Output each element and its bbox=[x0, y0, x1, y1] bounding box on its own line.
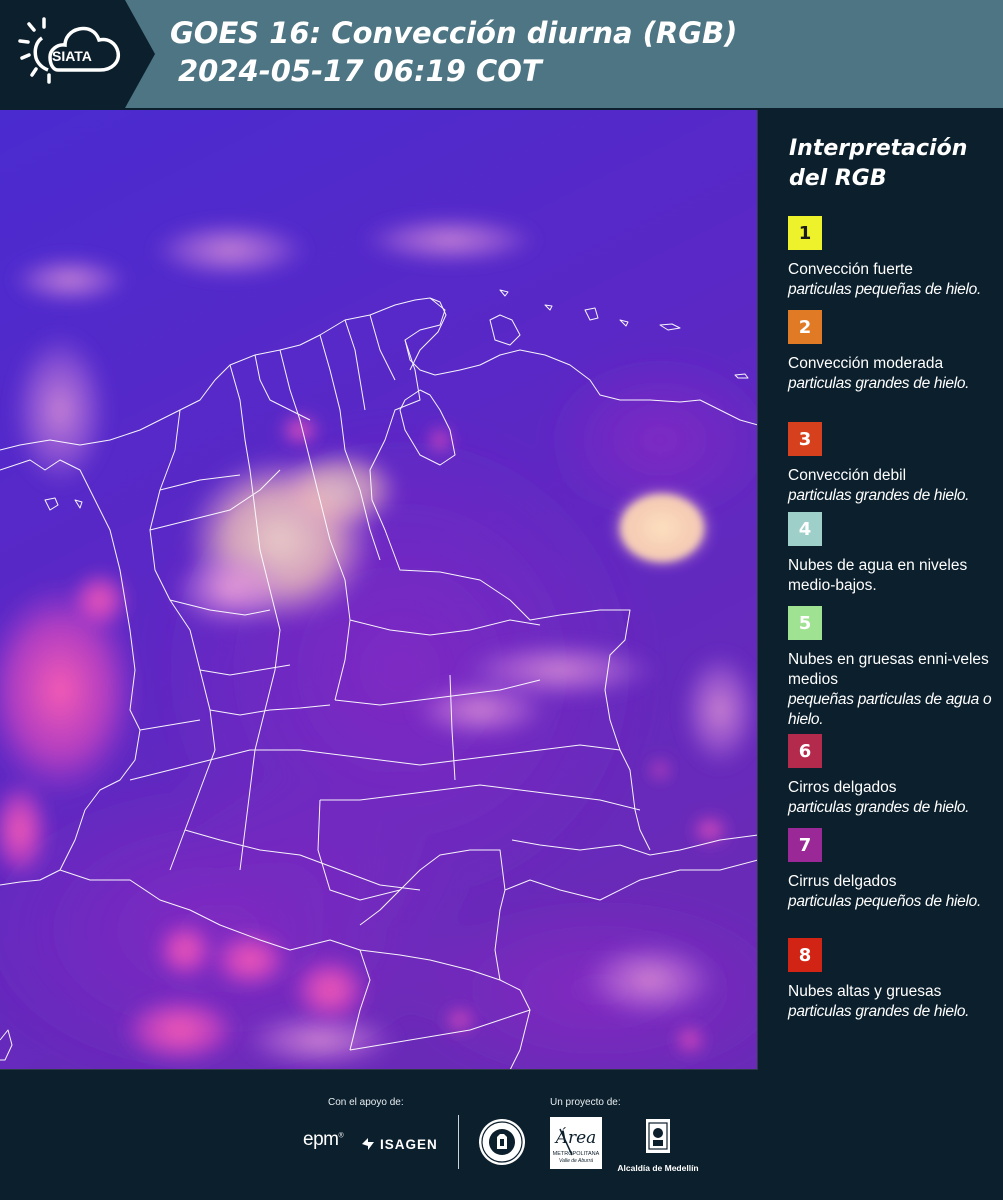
legend-item-title: Cirros delgados bbox=[788, 779, 897, 796]
legend-item-4: 4 Nubes de agua en niveles medio-bajos. bbox=[788, 512, 1000, 596]
medellin-seal-icon bbox=[477, 1117, 527, 1171]
legend-item-7: 7 Cirrus delgados particulas pequeños de… bbox=[788, 828, 1000, 912]
footer-divider bbox=[458, 1115, 459, 1169]
area-sub1: METROPOLITANA bbox=[553, 1151, 600, 1157]
siata-logo: SIATA bbox=[0, 0, 155, 108]
isagen-text: ISAGEN bbox=[380, 1136, 438, 1152]
legend-item-subtitle: particulas pequeños de hielo. bbox=[788, 893, 981, 910]
page-title: GOES 16: Convección diurna (RGB) 2024-05… bbox=[170, 14, 737, 90]
legend-swatch-1: 1 bbox=[788, 216, 822, 250]
isagen-mark-icon bbox=[362, 1138, 374, 1150]
satellite-map[interactable] bbox=[0, 110, 758, 1070]
legend-item-1: 1 Convección fuerte particulas pequeñas … bbox=[788, 216, 1000, 300]
legend-item-6: 6 Cirros delgados particulas grandes de … bbox=[788, 734, 1000, 818]
logo-text: SIATA bbox=[52, 48, 92, 64]
footer: Con el apoyo de: Un proyecto de: epm® IS… bbox=[0, 1071, 1003, 1200]
header-bar: SIATA GOES 16: Convección diurna (RGB) 2… bbox=[0, 0, 1003, 108]
legend-swatch-7: 7 bbox=[788, 828, 822, 862]
legend-item-subtitle: particulas grandes de hielo. bbox=[788, 375, 970, 392]
epm-text: epm bbox=[303, 1129, 339, 1150]
legend-item-title: Nubes altas y gruesas bbox=[788, 983, 942, 1000]
area-metropolitana-logo: Área METROPOLITANA Valle de Aburrá bbox=[550, 1117, 602, 1173]
legend-item-3: 3 Convección debil particulas grandes de… bbox=[788, 422, 1000, 506]
legend-title: Interpretación del RGB bbox=[789, 136, 968, 191]
legend-swatch-3: 3 bbox=[788, 422, 822, 456]
legend-item-subtitle: particulas grandes de hielo. bbox=[788, 799, 970, 816]
legend-item-subtitle: particulas pequeñas de hielo. bbox=[788, 281, 981, 298]
isagen-logo: ISAGEN bbox=[360, 1133, 438, 1155]
legend-swatch-4: 4 bbox=[788, 512, 822, 546]
legend-item-title: Nubes de agua en niveles medio-bajos. bbox=[788, 557, 968, 594]
legend-item-title: Convección debil bbox=[788, 467, 907, 484]
legend-item-subtitle: particulas grandes de hielo. bbox=[788, 1003, 970, 1020]
title-line-2: 2024-05-17 06:19 COT bbox=[178, 54, 542, 88]
epm-logo: epm® bbox=[303, 1129, 344, 1150]
legend-panel: Interpretación del RGB 1 Convección fuer… bbox=[760, 110, 1003, 1070]
alcaldia-text: Alcaldía de Medellín bbox=[617, 1163, 699, 1173]
legend-swatch-8: 8 bbox=[788, 938, 822, 972]
legend-item-8: 8 Nubes altas y gruesas particulas grand… bbox=[788, 938, 1000, 1022]
legend-item-title: Nubes en gruesas enni-veles medios bbox=[788, 651, 989, 688]
alcaldia-logo: Alcaldía de Medellín bbox=[612, 1117, 704, 1173]
legend-item-title: Convección moderada bbox=[788, 355, 944, 372]
title-line-1: GOES 16: Convección diurna (RGB) bbox=[170, 16, 738, 50]
legend-item-title: Convección fuerte bbox=[788, 261, 913, 278]
area-sub2: Valle de Aburrá bbox=[559, 1158, 593, 1164]
alcaldia-shield-icon bbox=[646, 1119, 670, 1153]
legend-item-subtitle: pequeñas particulas de agua o hielo. bbox=[788, 691, 992, 728]
legend-swatch-6: 6 bbox=[788, 734, 822, 768]
support-label: Con el apoyo de: bbox=[328, 1097, 404, 1108]
legend-item-2: 2 Convección moderada particulas grandes… bbox=[788, 310, 1000, 394]
project-label: Un proyecto de: bbox=[550, 1097, 621, 1108]
legend-swatch-2: 2 bbox=[788, 310, 822, 344]
legend-item-subtitle: particulas grandes de hielo. bbox=[788, 487, 970, 504]
legend-item-5: 5 Nubes en gruesas enni-veles medios peq… bbox=[788, 606, 1000, 730]
legend-swatch-5: 5 bbox=[788, 606, 822, 640]
legend-item-title: Cirrus delgados bbox=[788, 873, 897, 890]
